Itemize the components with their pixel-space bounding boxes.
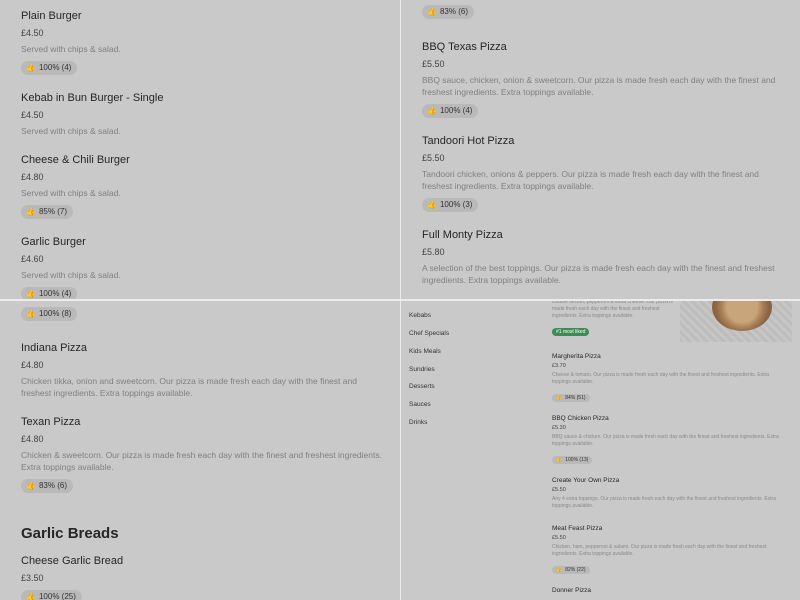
sidebar-item-desserts[interactable]: Desserts — [409, 383, 435, 390]
menu-item[interactable]: Cheese & Chili Burger £4.80 Served with … — [21, 153, 382, 219]
menu-panel-pizzas-garlic: 👍 100% (8) Indiana Pizza £4.80 Chicken ti… — [0, 301, 400, 600]
rating-badge: 👍 83% (6) — [422, 5, 474, 19]
menu-panel-burgers: Plain Burger £4.50 Served with chips & s… — [0, 0, 400, 299]
item-price: £5.50 — [552, 487, 566, 493]
item-price: £4.60 — [21, 254, 44, 264]
item-name: BBQ Texas Pizza — [422, 41, 507, 53]
rating-badge: 👍 100% (8) — [21, 307, 78, 321]
pizza-photo — [680, 301, 792, 342]
item-description: Served with chips & salad. — [21, 188, 121, 198]
item-description: BBQ sauce & chicken. Our pizza is made f… — [552, 434, 779, 447]
menu-item[interactable]: Kebab in Bun Burger - Single £4.50 Serve… — [21, 91, 382, 137]
menu-item[interactable]: Tandoori Hot Pizza £5.50 Tandoori chicke… — [422, 134, 782, 212]
item-description: Tandoori chicken, onions & peppers. Our … — [422, 169, 759, 191]
menu-item[interactable]: Full Monty Pizza £5.80 A selection of th… — [422, 228, 782, 286]
item-price: £4.50 — [21, 28, 44, 38]
sidebar-item-chef-specials[interactable]: Chef Specials — [409, 330, 449, 337]
item-description: Served with chips & salad. — [21, 126, 121, 136]
item-description: A selection of the best toppings. Our pi… — [422, 263, 775, 285]
thumbs-up-icon: 👍 — [556, 457, 563, 463]
most-liked-badge: #1 most liked — [552, 328, 590, 336]
rating-badge: 👍 82% (22) — [552, 566, 590, 574]
item-price: £5.50 — [422, 153, 445, 163]
menu-panel-pizzas: 👍 83% (6) BBQ Texas Pizza £5.50 BBQ sauce… — [401, 0, 800, 299]
item-description: Any 4 extra toppings. Our pizza is made … — [552, 496, 777, 509]
thumbs-up-icon: 👍 — [26, 592, 36, 600]
item-name: Indiana Pizza — [21, 342, 88, 354]
item-name: BBQ Chicken Pizza — [552, 415, 609, 422]
item-price: £5.50 — [422, 59, 445, 69]
item-price: £4.80 — [21, 434, 44, 444]
thumbs-up-icon: 👍 — [26, 63, 36, 72]
item-name: Plain Burger — [21, 10, 82, 22]
menu-item[interactable]: Texan Pizza £4.80 Chicken & sweetcorn. O… — [21, 415, 382, 493]
item-description: Chicken tikka, onion and sweetcorn. Our … — [21, 376, 357, 398]
item-description: Double decker, pepperoni & extra cheese.… — [552, 301, 673, 319]
thumbs-up-icon: 👍 — [556, 395, 563, 401]
item-price: £5.30 — [552, 425, 566, 431]
item-name: Create Your Own Pizza — [552, 477, 620, 484]
menu-item[interactable]: Meat Feast Pizza £5.50 Chicken, ham, pep… — [552, 525, 780, 576]
menu-item[interactable]: Garlic Burger £4.60 Served with chips & … — [21, 235, 382, 299]
item-price: £5.80 — [422, 247, 445, 257]
rating-badge: 👍 100% (4) — [21, 61, 78, 75]
item-name: Full Monty Pizza — [422, 229, 503, 241]
thumbs-up-icon: 👍 — [26, 309, 36, 318]
sidebar-item-drinks[interactable]: Drinks — [409, 419, 427, 426]
sidebar-item-sundries[interactable]: Sundries — [409, 366, 435, 373]
item-price: £3.50 — [21, 573, 44, 583]
item-name: Texan Pizza — [21, 416, 81, 428]
rating-badge: 👍 85% (7) — [21, 205, 73, 219]
item-name: Meat Feast Pizza — [552, 525, 603, 532]
thumbs-up-icon: 👍 — [427, 106, 437, 115]
section-heading: Garlic Breads — [21, 525, 119, 542]
rating-badge: 👍 100% (4) — [21, 287, 78, 299]
item-name: Cheese & Chili Burger — [21, 154, 130, 166]
thumbs-up-icon: 👍 — [26, 289, 36, 298]
rating-badge: 👍 83% (6) — [21, 479, 73, 493]
item-name: Margherita Pizza — [552, 353, 601, 360]
thumbs-up-icon: 👍 — [427, 7, 437, 16]
item-price: £4.80 — [21, 360, 44, 370]
item-description: Cheese & tomato. Our pizza is made fresh… — [552, 372, 770, 385]
rating-badge: 👍 100% (25) — [21, 590, 82, 600]
item-description: Served with chips & salad. — [21, 270, 121, 280]
thumbs-up-icon: 👍 — [556, 567, 563, 573]
sidebar-item-sauces[interactable]: Sauces — [409, 401, 431, 408]
item-description: BBQ sauce, chicken, onion & sweetcorn. O… — [422, 75, 776, 97]
menu-item[interactable]: BBQ Texas Pizza £5.50 BBQ sauce, chicken… — [422, 40, 782, 118]
menu-item[interactable]: Donner Pizza — [552, 587, 780, 595]
menu-item[interactable]: Margherita Pizza £3.70 Cheese & tomato. … — [552, 353, 780, 404]
item-name: Kebab in Bun Burger - Single — [21, 92, 164, 104]
item-name: Donner Pizza — [552, 587, 592, 594]
rating-badge: 👍 100% (13) — [552, 456, 593, 464]
item-price: £3.70 — [552, 363, 566, 369]
menu-page-overview: Kebabs Chef Specials Kids Meals Sundries… — [401, 301, 800, 600]
item-price: £4.80 — [21, 172, 44, 182]
rating-badge: 👍 84% (51) — [552, 394, 590, 402]
menu-item[interactable]: Cheese Garlic Bread £3.50 👍 100% (25) — [21, 554, 382, 600]
rating-badge: 👍 100% (4) — [422, 104, 479, 118]
item-price: £5.50 — [552, 535, 566, 541]
sidebar-item-kebabs[interactable]: Kebabs — [409, 312, 431, 319]
menu-item[interactable]: BBQ Chicken Pizza £5.30 BBQ sauce & chic… — [552, 415, 780, 466]
menu-item-partial: 👍 83% (6) — [422, 0, 782, 19]
sidebar-item-kids-meals[interactable]: Kids Meals — [409, 348, 441, 355]
menu-item[interactable]: Plain Burger £4.50 Served with chips & s… — [21, 9, 382, 75]
item-name: Tandoori Hot Pizza — [422, 135, 515, 147]
thumbs-up-icon: 👍 — [427, 200, 437, 209]
item-name: Garlic Burger — [21, 236, 86, 248]
rating-badge: 👍 100% (3) — [422, 198, 479, 212]
menu-item[interactable]: Create Your Own Pizza £5.50 Any 4 extra … — [552, 477, 780, 510]
thumbs-up-icon: 👍 — [26, 207, 36, 216]
thumbs-up-icon: 👍 — [26, 481, 36, 490]
item-price: £4.50 — [21, 110, 44, 120]
menu-item[interactable]: Indiana Pizza £4.80 Chicken tikka, onion… — [21, 341, 382, 399]
item-description: Served with chips & salad. — [21, 44, 121, 54]
menu-item-partial[interactable]: Double decker, pepperoni & extra cheese.… — [552, 301, 678, 338]
item-description: Chicken & sweetcorn. Our pizza is made f… — [21, 450, 382, 472]
item-description: Chicken, ham, pepperoni & salami. Our pi… — [552, 544, 767, 557]
menu-item-partial: 👍 100% (8) — [21, 301, 382, 321]
item-name: Cheese Garlic Bread — [21, 555, 124, 567]
